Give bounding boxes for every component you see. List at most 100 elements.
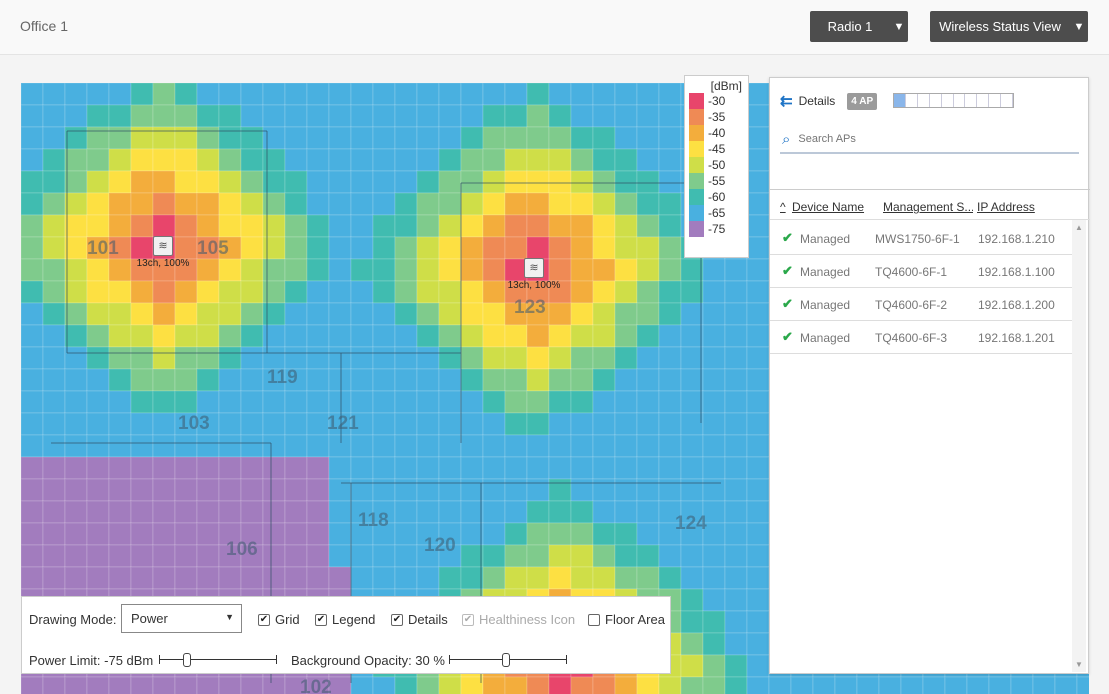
legend-value: -55	[708, 174, 726, 188]
search-input[interactable]	[798, 133, 1039, 145]
legend-swatch	[689, 93, 704, 109]
radio-select-label: Radio 1	[827, 19, 873, 34]
legend-swatch	[689, 205, 704, 221]
row-status: Managed	[800, 232, 851, 246]
legend-entry: -40	[689, 125, 748, 141]
legend-swatch	[689, 221, 704, 237]
background-opacity-slider[interactable]	[449, 653, 567, 667]
legend-value: -30	[708, 94, 726, 108]
scrollbar[interactable]: ▲ ▼	[1072, 220, 1086, 672]
legend-swatch	[689, 173, 704, 189]
column-management-status[interactable]: Management S...	[883, 200, 973, 214]
capacity-bar	[893, 93, 1014, 108]
table-row[interactable]: ✔ Managed MWS1750-6F-1 192.168.1.210	[770, 222, 1072, 255]
background-opacity-label: Background Opacity: 30 %	[291, 653, 445, 668]
row-status: Managed	[800, 331, 851, 345]
chevron-down-icon: ▼	[893, 20, 905, 33]
details-title: Details	[798, 94, 836, 108]
background-opacity-slider-thumb[interactable]	[502, 653, 510, 667]
search-box[interactable]: ⌕	[780, 126, 1079, 154]
row-status: Managed	[800, 265, 851, 279]
legend-entry: -75	[689, 221, 748, 237]
legend-swatch	[689, 141, 704, 157]
room-label: 121	[327, 413, 359, 434]
checkbox-box[interactable]: ✔	[258, 613, 270, 626]
row-ip: 192.168.1.200	[978, 298, 1055, 312]
legend-entry: -55	[689, 173, 748, 189]
room-label: 101	[87, 238, 119, 259]
room-label: 106	[226, 539, 258, 560]
signal-legend: [dBm] -30 -35 -40 -45 -50 -55 -60 -65 -75	[684, 75, 749, 258]
drawing-mode-select[interactable]: Power ▼	[121, 604, 242, 633]
room-label: 102	[300, 677, 332, 694]
checkbox-details[interactable]: ✔ Details	[391, 612, 448, 627]
room-label: 103	[178, 413, 210, 434]
row-ip: 192.168.1.210	[978, 232, 1055, 246]
room-label: 118	[358, 510, 389, 531]
scroll-down-icon[interactable]: ▼	[1075, 660, 1083, 669]
checkbox-grid[interactable]: ✔ Grid	[258, 612, 300, 627]
power-limit-slider-thumb[interactable]	[183, 653, 192, 667]
legend-swatch	[689, 109, 704, 125]
legend-unit: [dBm]	[710, 79, 742, 93]
table-row[interactable]: ✔ Managed TQ4600-6F-3 192.168.1.201	[770, 321, 1072, 354]
row-device: TQ4600-6F-1	[875, 265, 948, 279]
legend-value: -40	[708, 126, 726, 140]
row-ip: 192.168.1.100	[978, 265, 1055, 279]
table-row[interactable]: ✔ Managed TQ4600-6F-1 192.168.1.100	[770, 255, 1072, 288]
table-row[interactable]: ✔ Managed TQ4600-6F-2 192.168.1.200	[770, 288, 1072, 321]
column-device-name[interactable]: Device Name	[792, 200, 874, 214]
checkbox-label: Floor Area	[605, 612, 665, 627]
checkbox-label: Details	[408, 612, 448, 627]
checkbox-floor-area[interactable]: Floor Area	[588, 612, 665, 627]
search-icon: ⌕	[782, 130, 791, 148]
ap-count-badge: 4 AP	[847, 92, 878, 110]
room-label: 119	[267, 367, 298, 388]
checkbox-box[interactable]	[588, 613, 600, 626]
checkbox-legend[interactable]: ✔ Legend	[315, 612, 375, 627]
drawing-toolbox: Drawing Mode: Power ▼ ✔ Grid ✔ Legend ✔ Detai…	[21, 596, 671, 674]
collapse-panel-icon[interactable]: ⇇	[780, 92, 793, 110]
chevron-down-icon: ▼	[225, 612, 234, 622]
sort-asc-icon[interactable]: ^	[780, 200, 786, 214]
access-point-label: 13ch, 100%	[507, 280, 561, 291]
column-ip-address[interactable]: IP Address	[977, 200, 1057, 214]
ap-table: ✔ Managed MWS1750-6F-1 192.168.1.210 ✔ Manage…	[770, 222, 1072, 354]
access-point-marker[interactable]: ≋ 13ch, 100%	[132, 236, 194, 269]
power-limit-slider[interactable]	[159, 653, 277, 667]
checkbox-box[interactable]: ✔	[315, 613, 327, 626]
check-icon: ✔	[782, 263, 793, 278]
view-select-label: Wireless Status View	[939, 19, 1061, 34]
access-point-label: 13ch, 100%	[136, 258, 190, 269]
checkbox-label: Grid	[275, 612, 300, 627]
power-limit-label: Power Limit: -75 dBm	[29, 653, 154, 668]
room-label: 120	[424, 535, 456, 556]
view-select-button[interactable]: Wireless Status View ▼	[930, 11, 1088, 42]
legend-swatch	[689, 125, 704, 141]
checkbox-box: ✔	[462, 613, 474, 626]
room-label: 105	[197, 238, 229, 259]
legend-swatch	[689, 157, 704, 173]
drawing-mode-label: Drawing Mode:	[29, 612, 117, 627]
wifi-icon: ≋	[524, 258, 544, 278]
legend-swatch	[689, 189, 704, 205]
row-device: TQ4600-6F-2	[875, 298, 948, 312]
checkbox-healthiness-icon: ✔ Healthiness Icon	[462, 612, 575, 627]
row-ip: 192.168.1.201	[978, 331, 1055, 345]
table-header: ^ Device Name Management S... IP Address	[770, 189, 1090, 220]
legend-value: -65	[708, 206, 726, 220]
legend-value: -75	[708, 222, 726, 236]
legend-entry: -50	[689, 157, 748, 173]
room-label: 123	[514, 297, 546, 318]
row-device: TQ4600-6F-3	[875, 331, 948, 345]
checkbox-box[interactable]: ✔	[391, 613, 403, 626]
details-panel: ⇇ Details 4 AP ⌕ ^ Device Name Managemen…	[769, 77, 1090, 674]
access-point-marker[interactable]: ≋ 13ch, 100%	[503, 258, 565, 291]
chevron-down-icon: ▼	[1073, 20, 1085, 33]
scroll-up-icon[interactable]: ▲	[1075, 223, 1083, 232]
radio-select-button[interactable]: Radio 1 ▼	[810, 11, 908, 42]
row-status: Managed	[800, 298, 851, 312]
site-title: Office 1	[20, 18, 68, 34]
check-icon: ✔	[782, 329, 793, 344]
row-device: MWS1750-6F-1	[875, 232, 960, 246]
